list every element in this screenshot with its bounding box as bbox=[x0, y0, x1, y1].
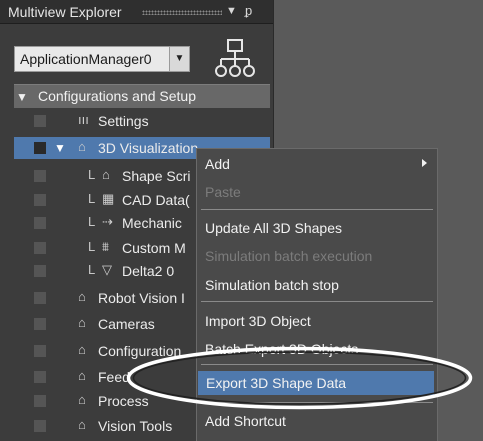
settings-icon: ııı bbox=[78, 112, 89, 127]
tree-item-checkbox[interactable] bbox=[34, 345, 46, 357]
tree-connector: L bbox=[88, 167, 96, 182]
tree-connector: L bbox=[88, 239, 96, 254]
tree-item-checkbox[interactable] bbox=[34, 395, 46, 407]
tree-item-label: Shape Scri bbox=[122, 168, 191, 184]
tree-item-checkbox[interactable] bbox=[34, 420, 46, 432]
drag-grip-icon[interactable] bbox=[142, 10, 222, 15]
application-select-value: ApplicationManager0 bbox=[20, 51, 152, 67]
menu-separator bbox=[201, 209, 433, 210]
menu-item-label: Add Shortcut bbox=[205, 413, 286, 429]
panel-title: Multiview Explorer bbox=[8, 4, 122, 20]
folder-icon: ⌂ bbox=[78, 392, 86, 407]
menu-item-label: Simulation batch execution bbox=[205, 248, 373, 264]
tree-item-label: Settings bbox=[98, 113, 149, 129]
tree-item-checkbox[interactable] bbox=[34, 217, 46, 229]
folder-icon: ⌂ bbox=[78, 417, 86, 432]
folder-icon: ⌂ bbox=[78, 139, 86, 154]
tree-item-label: Robot Vision I bbox=[98, 290, 185, 306]
tree-item-label: 3D Visualization bbox=[98, 140, 199, 156]
context-menu: Add Paste Update All 3D Shapes Simulation b… bbox=[196, 148, 438, 441]
tree-item-checkbox[interactable] bbox=[34, 318, 46, 330]
menu-item-update-all-3d-shapes[interactable]: Update All 3D Shapes bbox=[197, 216, 437, 240]
tree-item-label: Cameras bbox=[98, 316, 155, 332]
tree-item-label: CAD Data( bbox=[122, 192, 190, 208]
tree-item-label: Mechanic bbox=[122, 215, 182, 231]
menu-item-simulation-batch-execution: Simulation batch execution bbox=[197, 244, 437, 268]
menu-separator bbox=[201, 402, 433, 403]
menu-separator bbox=[201, 301, 433, 302]
cad-data-icon: ▦ bbox=[102, 191, 115, 206]
tree-item-label: Process bbox=[98, 393, 149, 409]
menu-item-simulation-batch-stop[interactable]: Simulation batch stop bbox=[197, 273, 437, 297]
menu-item-batch-export-3d-objects[interactable]: Batch Export 3D Objects bbox=[197, 337, 437, 361]
submenu-arrow-icon bbox=[422, 159, 427, 167]
expand-arrow-icon[interactable]: ▼ bbox=[54, 141, 66, 155]
tree-item-checkbox[interactable] bbox=[34, 115, 46, 127]
menu-separator bbox=[201, 364, 433, 365]
hierarchy-view-icon[interactable] bbox=[213, 38, 257, 80]
tree-item-label: Vision Tools bbox=[98, 418, 173, 434]
mechanical-icon: ⇢ bbox=[102, 214, 113, 229]
menu-item-label: Simulation batch stop bbox=[205, 277, 339, 293]
folder-icon: ⌂ bbox=[78, 315, 86, 330]
menu-item-add-shortcut[interactable]: Add Shortcut bbox=[197, 409, 437, 433]
panel-titlebar: Multiview Explorer ▼ ᵱ bbox=[0, 0, 273, 24]
tree-item-checkbox[interactable] bbox=[34, 194, 46, 206]
menu-item-label: Export 3D Shape Data bbox=[206, 375, 347, 391]
chevron-down-icon[interactable]: ▼ bbox=[226, 5, 237, 17]
tree-item-label: Feed bbox=[98, 369, 130, 385]
tree-item-checkbox[interactable] bbox=[34, 292, 46, 304]
tree-item-checkbox[interactable] bbox=[34, 170, 46, 182]
menu-item-label: Batch Export 3D Objects bbox=[205, 341, 359, 357]
folder-icon: ⌂ bbox=[78, 342, 86, 357]
custom-model-icon: ⩩ bbox=[102, 239, 109, 254]
expand-arrow-icon[interactable]: ▼ bbox=[16, 90, 28, 104]
menu-item-add[interactable]: Add bbox=[197, 152, 437, 176]
tree-item-label: Delta2 0 bbox=[122, 263, 175, 279]
folder-icon: ⌂ bbox=[102, 167, 110, 182]
menu-item-label: Add bbox=[205, 156, 230, 172]
tree-item-checkbox[interactable] bbox=[34, 371, 46, 383]
menu-item-import-3d-object[interactable]: Import 3D Object bbox=[197, 309, 437, 333]
tree-section-configurations[interactable]: ▼ Configurations and Setup bbox=[14, 84, 270, 108]
menu-item-label: Paste bbox=[205, 184, 241, 200]
pin-icon[interactable]: ᵱ bbox=[245, 3, 252, 18]
tree-item-label: Custom M bbox=[122, 240, 186, 256]
tree-item-checkbox[interactable] bbox=[34, 265, 46, 277]
menu-item-paste: Paste bbox=[197, 180, 437, 204]
folder-icon: ⌂ bbox=[78, 368, 86, 383]
tree-connector: L bbox=[88, 262, 96, 277]
tree-section-label: Configurations and Setup bbox=[38, 88, 196, 104]
tree-item[interactable]: ııı Settings bbox=[14, 110, 270, 132]
tree-connector: L bbox=[88, 191, 96, 206]
folder-icon: ⌂ bbox=[78, 289, 86, 304]
tree-item-checkbox[interactable] bbox=[34, 142, 46, 154]
dropdown-arrow-icon[interactable]: ▼ bbox=[169, 47, 189, 71]
menu-item-label: Update All 3D Shapes bbox=[205, 220, 342, 236]
menu-item-export-3d-shape-data[interactable]: Export 3D Shape Data bbox=[198, 371, 434, 395]
menu-item-label: Import 3D Object bbox=[205, 313, 311, 329]
tree-item-checkbox[interactable] bbox=[34, 242, 46, 254]
tree-connector: L bbox=[88, 214, 96, 229]
application-select[interactable]: ApplicationManager0 ▼ bbox=[14, 46, 190, 72]
tree-item-label: Configuration bbox=[98, 343, 182, 359]
delta-robot-icon: ▽ bbox=[102, 262, 112, 277]
